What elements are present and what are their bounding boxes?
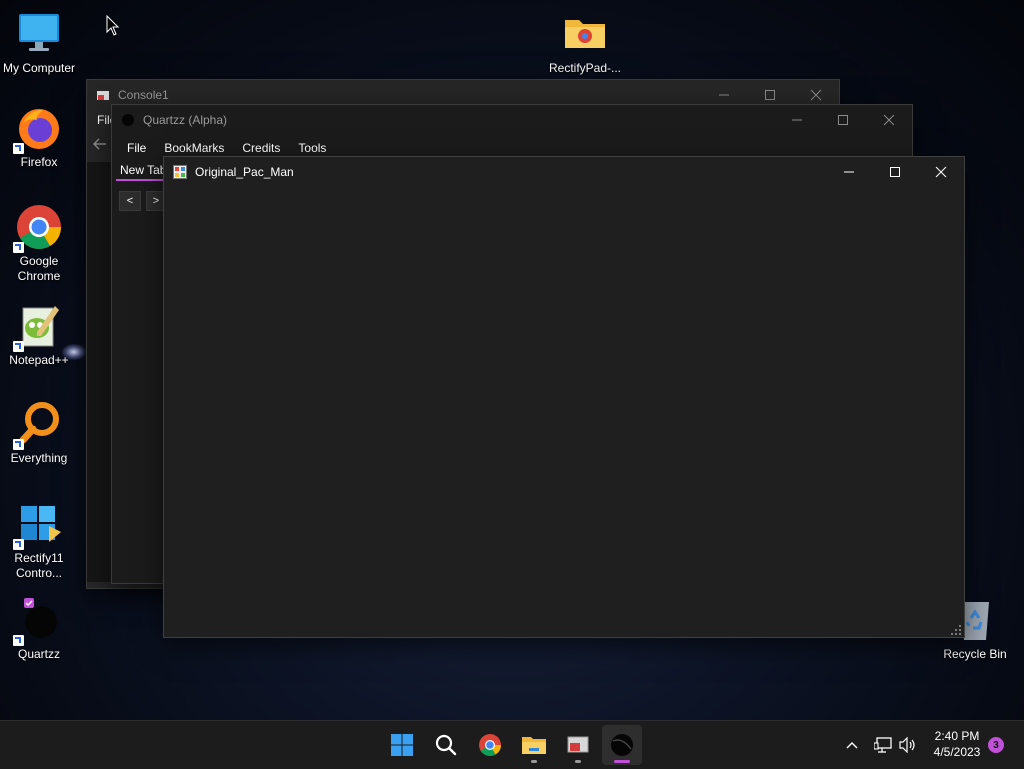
taskbar-console-button[interactable] [558,725,598,765]
menu-item-file[interactable]: File [118,141,155,155]
minimize-button[interactable] [774,105,820,135]
taskbar: 2:40 PM 4/5/2023 3 [0,720,1024,769]
volume-icon [899,737,915,753]
taskbar-search-button[interactable] [426,725,466,765]
minimize-button[interactable] [826,157,872,187]
shortcut-arrow-icon [13,242,24,253]
console-app-icon [96,88,110,102]
notification-count: 3 [993,739,999,751]
close-button[interactable] [918,157,964,187]
shortcut-arrow-icon [13,439,24,450]
everything-search-icon [13,400,63,450]
desktop-icon-firefox[interactable]: Firefox [1,104,77,170]
desktop-icon-rectifypad[interactable]: RectifyPad-... [547,10,623,76]
desktop-icon-rectify11-control[interactable]: Rectify11 Contro... [1,500,77,581]
desktop-icon-label: Firefox [20,155,58,169]
taskbar-chrome-button[interactable] [470,725,510,765]
desktop-icon-label: Everything [10,451,68,465]
back-arrow-icon[interactable] [92,136,108,157]
start-button[interactable] [382,725,422,765]
browser-back-button[interactable]: < [119,191,141,211]
desktop-icon-label: Rectify11 Contro... [14,551,64,580]
shortcut-arrow-icon [13,635,24,646]
decorative-glow [62,344,86,360]
desktop-icon-my-computer[interactable]: My Computer [1,10,77,76]
folder-icon [561,10,609,58]
pacman-window[interactable]: Original_Pac_Man [163,156,965,638]
pacman-title: Original_Pac_Man [195,165,294,179]
tab-label: New Tab [120,163,167,177]
show-hidden-icons-button[interactable] [840,733,864,757]
console-icon [567,736,589,753]
running-indicator [575,760,581,763]
shortcut-arrow-icon [13,341,24,352]
shortcut-arrow-icon [13,143,24,154]
desktop-icon-everything[interactable]: Everything [1,400,77,466]
console-title: Console1 [118,88,169,102]
maximize-button[interactable] [820,105,866,135]
desktop-icon-label: Google Chrome [17,254,61,283]
resize-grip-icon[interactable] [950,623,962,635]
network-icon [874,737,892,753]
maximize-button[interactable] [872,157,918,187]
chrome-icon [13,203,63,253]
running-indicator [531,760,537,763]
quartzz-icon [13,596,63,646]
notification-badge[interactable]: 3 [988,737,1004,753]
clock-date: 4/5/2023 [933,745,981,759]
menu-item-credits[interactable]: Credits [233,141,289,155]
back-button-label: < [126,195,134,207]
pacman-app-icon [173,165,187,179]
file-explorer-icon [522,737,546,754]
mouse-cursor-icon [106,14,120,42]
forward-button-label: > [152,195,160,207]
desktop-icon-label: Quartzz [17,647,60,661]
computer-icon [15,10,63,58]
console-side-pane [87,162,113,582]
desktop-icon-label: My Computer [2,61,76,75]
taskbar-quartzz-button[interactable] [602,725,642,765]
quartzz-titlebar[interactable]: Quartzz (Alpha) [112,105,912,135]
network-status-button[interactable] [872,733,894,757]
volume-button[interactable] [897,733,919,757]
taskbar-file-explorer-button[interactable] [514,725,554,765]
close-button[interactable] [866,105,912,135]
rectify11-control-icon [13,500,63,550]
firefox-icon [13,104,63,154]
desktop-icon-label: Recycle Bin [943,647,1007,661]
quartzz-icon [611,734,633,756]
clock[interactable]: 2:40 PM 4/5/2023 [926,728,988,760]
quartzz-title: Quartzz (Alpha) [143,113,228,127]
quartzz-app-icon [121,113,135,127]
menu-item-bookmarks[interactable]: BookMarks [155,141,233,155]
shortcut-arrow-icon [13,539,24,550]
desktop-icon-google-chrome[interactable]: Google Chrome [1,203,77,284]
notepad-plus-plus-icon [13,302,63,352]
clock-time: 2:40 PM [934,729,980,743]
desktop-icon-label: RectifyPad-... [548,61,622,75]
pacman-content-area[interactable] [164,187,964,637]
search-icon [435,734,457,756]
chevron-up-icon [846,742,858,749]
chrome-icon [479,734,501,756]
menu-item-tools[interactable]: Tools [289,141,335,155]
desktop-icon-quartzz[interactable]: Quartzz [1,596,77,662]
start-icon [391,734,413,756]
active-indicator [614,760,630,763]
pacman-titlebar[interactable]: Original_Pac_Man [164,157,964,187]
